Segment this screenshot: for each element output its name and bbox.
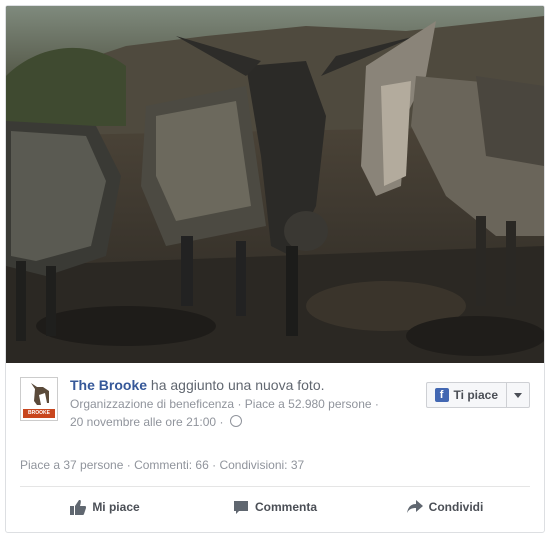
stats-separator: · bbox=[123, 458, 135, 472]
share-button[interactable]: Condividi bbox=[360, 492, 530, 522]
like-page-label: Ti piace bbox=[453, 388, 498, 402]
post-timestamp[interactable]: 20 novembre alle ore 21:00 bbox=[70, 415, 216, 429]
like-page-dropdown[interactable] bbox=[506, 383, 529, 407]
share-arrow-icon bbox=[406, 500, 423, 513]
facebook-icon: f bbox=[434, 388, 449, 402]
globe-icon bbox=[229, 415, 242, 427]
post-stats: Piace a 37 persone · Commenti: 66 · Cond… bbox=[20, 458, 304, 472]
share-label: Condividi bbox=[428, 500, 484, 514]
avatar-label: BROOKE bbox=[23, 409, 55, 418]
page-likes-count: Piace a 52.980 persone bbox=[244, 397, 372, 411]
donkeys-photo bbox=[6, 6, 544, 363]
likes-count[interactable]: Piace a 37 persone bbox=[20, 458, 123, 472]
like-page-button[interactable]: f Ti piace bbox=[425, 382, 530, 408]
thumbs-up-icon bbox=[70, 499, 87, 515]
page-avatar[interactable]: BROOKE bbox=[20, 377, 58, 421]
meta-separator: · bbox=[216, 415, 227, 429]
like-label: Mi piace bbox=[92, 500, 140, 514]
post-timestamp-line: 20 novembre alle ore 21:00 · bbox=[70, 415, 242, 429]
shares-count[interactable]: Condivisioni: 37 bbox=[219, 458, 304, 472]
page-meta-line: Organizzazione di beneficenza · Piace a … bbox=[70, 397, 420, 411]
donkey-logo-icon bbox=[31, 383, 49, 405]
post-photo[interactable] bbox=[6, 6, 544, 363]
comment-label: Commenta bbox=[254, 500, 317, 514]
like-button[interactable]: Mi piace bbox=[20, 492, 190, 522]
stats-separator: · bbox=[208, 458, 220, 472]
meta-separator: · bbox=[371, 397, 379, 411]
comment-bubble-icon bbox=[233, 500, 248, 514]
caret-down-icon bbox=[514, 392, 522, 398]
meta-separator: · bbox=[234, 397, 245, 411]
post-actions: Mi piace Commenta Condividi bbox=[20, 492, 530, 522]
comment-button[interactable]: Commenta bbox=[190, 492, 360, 522]
post-card: BROOKE The Brooke ha aggiunto una nuova … bbox=[5, 5, 545, 533]
post-title-line: The Brooke ha aggiunto una nuova foto. bbox=[70, 377, 325, 393]
comments-count[interactable]: Commenti: 66 bbox=[134, 458, 209, 472]
actions-divider bbox=[20, 486, 530, 487]
post-header: BROOKE The Brooke ha aggiunto una nuova … bbox=[6, 363, 544, 453]
post-action-text: ha aggiunto una nuova foto. bbox=[147, 377, 325, 393]
page-name-link[interactable]: The Brooke bbox=[70, 377, 147, 393]
page-category[interactable]: Organizzazione di beneficenza bbox=[70, 397, 234, 411]
